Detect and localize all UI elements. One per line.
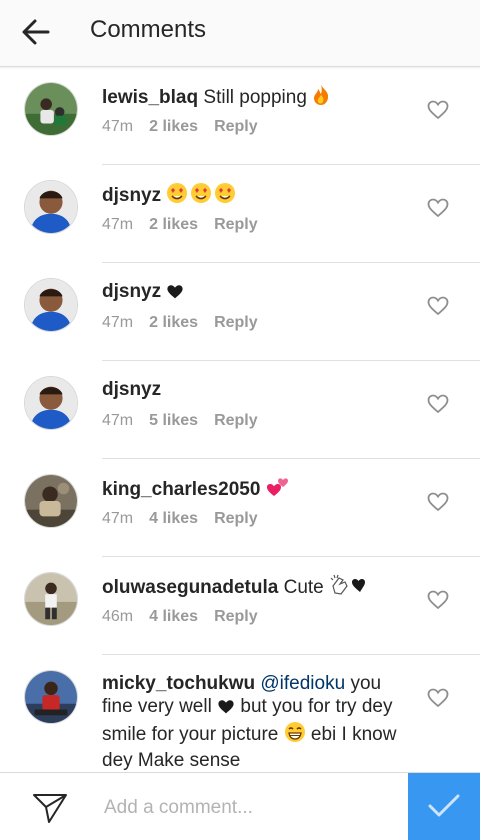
comment-text: micky_tochukwu @ifedioku you fine very w… [102, 672, 412, 772]
avatar[interactable] [24, 572, 78, 626]
comment-text: djsnyz [102, 280, 412, 306]
like-button[interactable] [427, 688, 449, 708]
comment-username[interactable]: lewis_blaq [102, 87, 198, 108]
reply-button[interactable]: Reply [214, 608, 258, 626]
clapping-hands-icon [329, 574, 369, 602]
heart-outline-icon [427, 492, 449, 512]
page-title: Comments [90, 16, 207, 43]
comment-username[interactable]: djsnyz [102, 185, 161, 206]
comment-row: lewis_blaq Still popping 47m 2 likes Rep… [0, 67, 480, 165]
comment-row: oluwasegunadetula Cute 46m 4 likes Reply [0, 557, 480, 655]
checkmark-icon [428, 794, 460, 817]
comment-username[interactable]: oluwasegunadetula [102, 577, 278, 598]
comment-meta: 47m 5 likes Reply [102, 412, 258, 430]
comment-username[interactable]: king_charles2050 [102, 479, 260, 500]
comment-meta: 47m 2 likes Reply [102, 216, 258, 234]
reply-button[interactable]: Reply [214, 412, 258, 430]
comment-message: Cute [283, 577, 324, 598]
comment-likes[interactable]: 2 likes [149, 314, 198, 332]
paper-plane-icon [33, 794, 67, 823]
comment-text: oluwasegunadetula Cute [102, 574, 412, 602]
comment-meta: 47m 4 likes Reply [102, 510, 258, 528]
comment-meta: 47m 2 likes Reply [102, 314, 258, 332]
avatar[interactable] [24, 376, 78, 430]
reply-button[interactable]: Reply [214, 314, 258, 332]
comment-time: 47m [102, 118, 134, 135]
comment-meta: 47m 2 likes Reply [102, 118, 258, 136]
comment-username[interactable]: djsnyz [102, 281, 161, 302]
like-button[interactable] [427, 296, 449, 316]
comment-row: micky_tochukwu @ifedioku you fine very w… [0, 655, 480, 772]
post-comment-button[interactable] [408, 773, 480, 840]
direct-share-button[interactable] [32, 792, 68, 824]
comment-text: djsnyz [102, 378, 412, 401]
like-button[interactable] [427, 492, 449, 512]
heart-outline-icon [427, 590, 449, 610]
comment-input[interactable] [102, 787, 396, 829]
comment-likes[interactable]: 2 likes [149, 216, 198, 234]
like-button[interactable] [427, 100, 449, 120]
heart-outline-icon [427, 394, 449, 414]
comment-row: djsnyz 47m 5 likes Reply [0, 361, 480, 459]
comment-likes[interactable]: 2 likes [149, 118, 198, 136]
comment-time: 46m [102, 608, 134, 625]
black-heart-icon [166, 283, 184, 306]
comment-meta: 46m 4 likes Reply [102, 608, 258, 626]
avatar[interactable] [24, 474, 78, 528]
arrow-left-icon [22, 19, 50, 45]
avatar[interactable] [24, 82, 78, 136]
comment-time: 47m [102, 216, 134, 233]
comment-row: djsnyz 47m 2 likes Reply [0, 165, 480, 263]
comment-list[interactable]: lewis_blaq Still popping 47m 2 likes Rep… [0, 67, 480, 772]
reply-button[interactable]: Reply [214, 510, 258, 528]
comment-time: 47m [102, 314, 134, 331]
avatar[interactable] [24, 278, 78, 332]
back-button[interactable] [18, 14, 54, 50]
comment-row: king_charles2050 47m 4 likes Reply [0, 459, 480, 557]
heart-outline-icon [427, 296, 449, 316]
comment-text: djsnyz [102, 182, 412, 210]
heart-outline-icon [427, 100, 449, 120]
reply-button[interactable]: Reply [214, 118, 258, 136]
like-button[interactable] [427, 394, 449, 414]
fire-icon [312, 84, 330, 112]
comment-text: lewis_blaq Still popping [102, 84, 412, 112]
avatar[interactable] [24, 180, 78, 234]
two-hearts-icon [266, 476, 290, 504]
mention-link[interactable]: @ifedioku [260, 673, 345, 694]
like-button[interactable] [427, 198, 449, 218]
black-heart-icon [217, 698, 235, 721]
comment-likes[interactable]: 4 likes [149, 608, 198, 626]
avatar[interactable] [24, 670, 78, 724]
reply-button[interactable]: Reply [214, 216, 258, 234]
comment-time: 47m [102, 412, 134, 429]
like-button[interactable] [427, 590, 449, 610]
grinning-face-icon [284, 721, 306, 749]
comment-time: 47m [102, 510, 134, 527]
comment-likes[interactable]: 5 likes [149, 412, 198, 430]
comment-username[interactable]: djsnyz [102, 379, 161, 400]
heart-eyes-emoji-icon [166, 182, 238, 210]
comment-composer [0, 772, 480, 840]
heart-outline-icon [427, 198, 449, 218]
comment-row: djsnyz 47m 2 likes Reply [0, 263, 480, 361]
comment-text: king_charles2050 [102, 476, 412, 504]
heart-outline-icon [427, 688, 449, 708]
comment-username[interactable]: micky_tochukwu [102, 673, 255, 694]
comment-message: Still popping [203, 87, 307, 108]
comment-likes[interactable]: 4 likes [149, 510, 198, 528]
top-bar: Comments [0, 0, 480, 67]
